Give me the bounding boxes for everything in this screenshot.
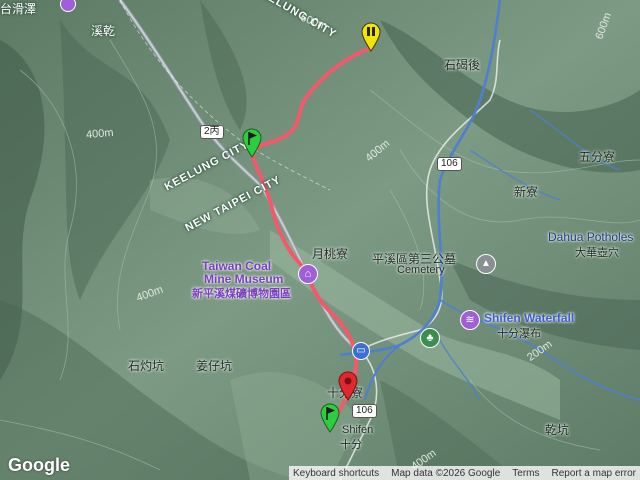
end-flag-icon[interactable] [320,403,340,433]
route-106-shield: 106 [437,157,462,171]
attribution-bar: Keyboard shortcuts Map data ©2026 Google… [288,466,640,480]
place-label-xigan: 溪乾 [91,24,116,38]
place-label-yuetaoliao: 月桃寮 [312,247,349,261]
place-label-xinliao: 新寮 [514,185,539,199]
google-logo[interactable]: Google [8,455,70,476]
poi-label-dahua-en[interactable]: Dahua Potholes [548,230,633,244]
poi-label-shifen-waterfall-en[interactable]: Shifen Waterfall [484,311,574,325]
route-2bing-shield: 2丙 [200,125,224,139]
terms-link[interactable]: Terms [512,468,539,479]
pause-pin-icon[interactable] [361,22,381,52]
location-pin-icon[interactable] [338,371,358,401]
museum-icon[interactable]: ⌂ [298,264,318,284]
report-error-link[interactable]: Report a map error [552,468,636,479]
place-label-shizhuokeng: 石灼坑 [128,359,165,373]
route-106-shield-south: 106 [352,404,377,418]
contour-label: 400m [85,126,115,142]
place-label-jiangzikeng: 姜仔坑 [196,359,233,373]
poi-label-coal-museum-zh[interactable]: 新平溪煤礦博物園區 [192,285,291,301]
train-station-icon[interactable]: ▭ [352,342,370,360]
map-canvas[interactable]: 2丙 106 106 台滑澤 溪乾 石碣後 五分寮 新寮 月桃寮 平溪區第三公墓… [0,0,640,480]
poi-label-dahua-zh[interactable]: 大華壺穴 [575,244,619,260]
waterfall-icon[interactable]: ≋ [460,310,480,330]
poi-label-coal-museum-en-1[interactable]: Taiwan Coal [202,259,271,273]
place-label-shibitou: 石碣後 [444,58,481,72]
park-icon[interactable]: ♣ [420,328,440,348]
keyboard-shortcuts-link[interactable]: Keyboard shortcuts [293,468,379,479]
place-label-qiankeng: 乾坑 [545,423,570,437]
place-label-wufenliao: 五分寮 [579,150,616,164]
place-label-cemetery-en: Cemetery [397,264,445,276]
place-label-shifen-zh: 十分 [340,438,362,451]
start-flag-icon[interactable] [242,128,262,158]
place-label-shifen-en: Shifen [342,424,374,436]
map-data-text: Map data ©2026 Google [391,467,501,479]
place-label-top-left: 台滑澤 [0,2,37,16]
poi-label-coal-museum-en-2[interactable]: Mine Museum [204,272,283,286]
cemetery-icon[interactable]: ▲ [476,254,496,274]
poi-label-shifen-waterfall-zh[interactable]: 十分瀑布 [497,325,541,341]
